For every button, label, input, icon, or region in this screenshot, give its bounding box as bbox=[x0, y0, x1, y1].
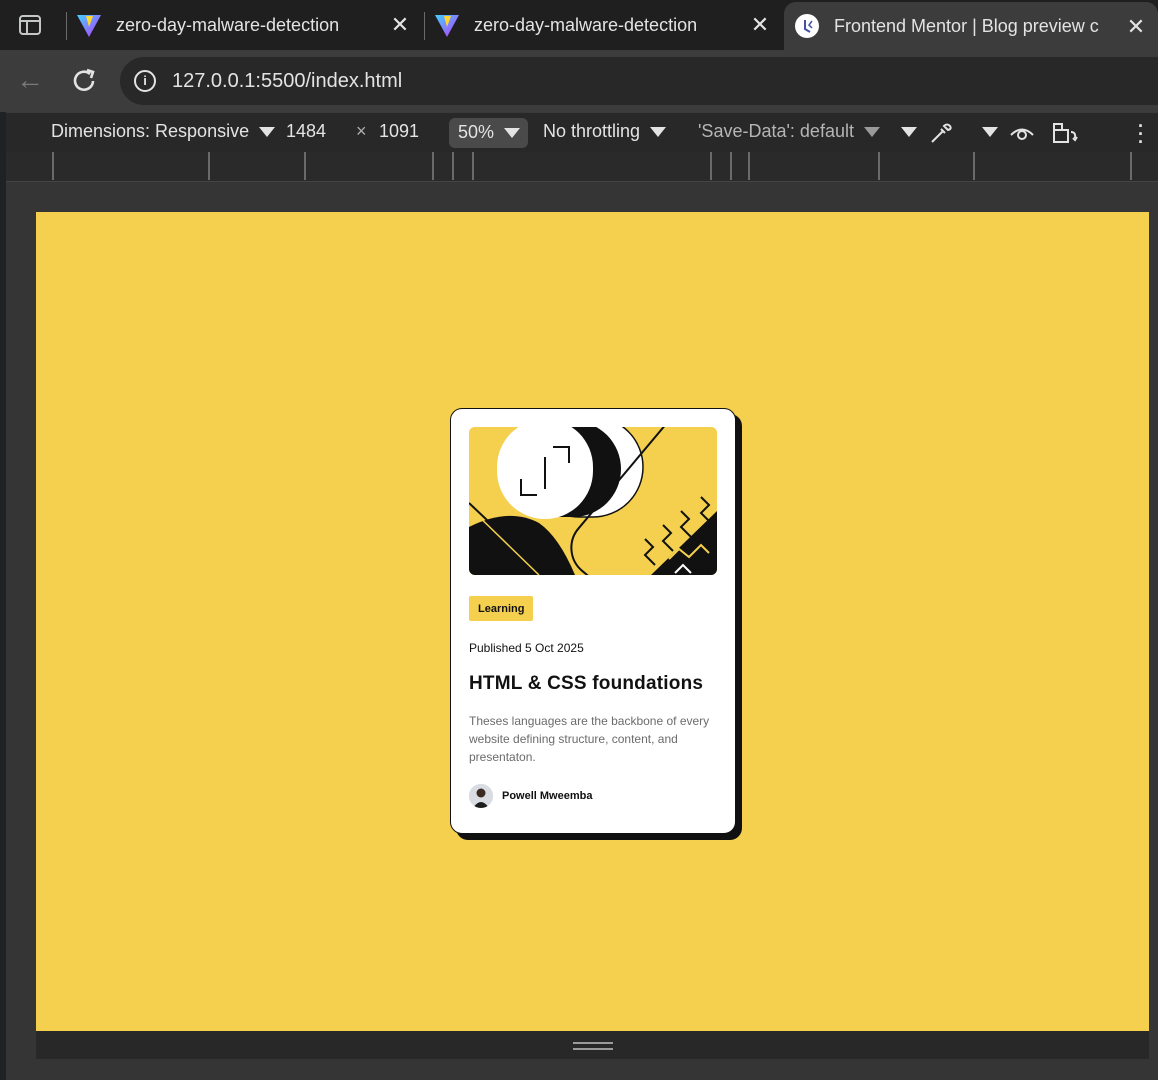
ruler-segment[interactable] bbox=[432, 152, 434, 180]
avatar bbox=[469, 784, 493, 808]
media-query-ruler bbox=[6, 152, 1158, 182]
device-toolbar: Dimensions: Responsive 1484 × 1091 50% N… bbox=[6, 112, 1158, 152]
card-excerpt: Theses languages are the backbone of eve… bbox=[469, 714, 710, 764]
dimensions-dropdown[interactable]: Dimensions: Responsive bbox=[51, 121, 276, 142]
sensor-dropdown[interactable] bbox=[972, 121, 998, 142]
tab-1[interactable]: zero-day-malware-detection ✕ bbox=[66, 0, 422, 50]
more-dropdown[interactable] bbox=[891, 121, 917, 142]
vite-icon bbox=[76, 12, 102, 38]
tab-search-button[interactable] bbox=[10, 10, 50, 40]
vite-icon bbox=[434, 12, 460, 38]
height-input[interactable]: 1091 bbox=[379, 121, 419, 142]
address-bar[interactable]: i 127.0.0.1:5500/index.html bbox=[120, 57, 1158, 105]
tab-close-icon[interactable]: ✕ bbox=[388, 13, 412, 37]
tab-close-icon[interactable]: ✕ bbox=[1124, 15, 1148, 39]
dimensions-label: Dimensions: Responsive bbox=[51, 121, 250, 141]
chevron-down-icon bbox=[650, 127, 667, 138]
tab-title: Frontend Mentor | Blog preview c bbox=[834, 15, 1099, 36]
site-info-icon[interactable]: i bbox=[134, 70, 156, 92]
save-data-dropdown[interactable]: 'Save-Data': default bbox=[698, 121, 880, 142]
tab-strip: zero-day-malware-detection ✕ zero-day-ma… bbox=[0, 0, 1158, 50]
ruler-segment[interactable] bbox=[452, 152, 454, 180]
viewport-resize-handle[interactable] bbox=[36, 1031, 1149, 1059]
save-data-label: 'Save-Data': default bbox=[698, 121, 854, 141]
url-text: 127.0.0.1:5500/index.html bbox=[172, 69, 403, 92]
chevron-down-icon bbox=[504, 128, 521, 139]
ruler-segment[interactable] bbox=[710, 152, 712, 180]
width-input[interactable]: 1484 bbox=[286, 121, 326, 142]
frontend-mentor-icon bbox=[794, 13, 820, 39]
rotate-icon[interactable] bbox=[1051, 120, 1078, 146]
author-row: Powell Mweemba bbox=[469, 784, 717, 808]
devtools-stage: Learning Published 5 Oct 2025 HTML & CSS… bbox=[6, 182, 1158, 1080]
tab-3-active[interactable]: Frontend Mentor | Blog preview c ✕ bbox=[784, 2, 1158, 50]
browser-toolbar: ← i 127.0.0.1:5500/index.html bbox=[0, 50, 1158, 112]
eye-icon[interactable] bbox=[1009, 120, 1035, 146]
chevron-down-icon bbox=[863, 127, 880, 138]
ruler-segment[interactable] bbox=[1130, 152, 1132, 180]
chevron-down-icon bbox=[901, 127, 917, 138]
illustration-image bbox=[469, 427, 717, 575]
tab-close-icon[interactable]: ✕ bbox=[748, 13, 772, 37]
chevron-down-icon bbox=[982, 127, 998, 138]
card-title-link[interactable]: HTML & CSS foundations bbox=[469, 673, 717, 695]
page-viewport: Learning Published 5 Oct 2025 HTML & CSS… bbox=[36, 212, 1149, 1031]
more-options-icon[interactable]: · · · bbox=[1138, 117, 1144, 151]
ruler-segment[interactable] bbox=[730, 152, 732, 180]
ruler-segment[interactable] bbox=[748, 152, 750, 180]
throttling-dropdown[interactable]: No throttling bbox=[543, 121, 667, 142]
category-tag: Learning bbox=[469, 596, 534, 621]
ruler-segment[interactable] bbox=[472, 152, 474, 180]
zoom-dropdown[interactable]: 50% bbox=[449, 118, 528, 148]
tab-layout-icon bbox=[19, 15, 41, 35]
tab-2[interactable]: zero-day-malware-detection ✕ bbox=[424, 0, 782, 50]
blog-preview-card: Learning Published 5 Oct 2025 HTML & CSS… bbox=[450, 408, 736, 834]
author-name: Powell Mweemba bbox=[502, 790, 593, 802]
eyedropper-icon[interactable] bbox=[928, 120, 954, 146]
ruler-segment[interactable] bbox=[878, 152, 880, 180]
times-icon: × bbox=[356, 121, 367, 141]
published-date: Published 5 Oct 2025 bbox=[469, 641, 584, 655]
ruler-segment[interactable] bbox=[52, 152, 54, 180]
ruler-segment[interactable] bbox=[304, 152, 306, 180]
throttling-label: No throttling bbox=[543, 121, 641, 141]
ruler-segment[interactable] bbox=[208, 152, 210, 180]
back-arrow-icon[interactable]: ← bbox=[14, 65, 46, 97]
tab-title: zero-day-malware-detection bbox=[116, 14, 340, 35]
zoom-value: 50% bbox=[458, 122, 495, 142]
drag-grip-icon bbox=[573, 1042, 613, 1050]
ruler-segment[interactable] bbox=[973, 152, 975, 180]
tab-title: zero-day-malware-detection bbox=[474, 14, 698, 35]
reload-icon[interactable] bbox=[68, 65, 100, 97]
chevron-down-icon bbox=[259, 127, 276, 138]
